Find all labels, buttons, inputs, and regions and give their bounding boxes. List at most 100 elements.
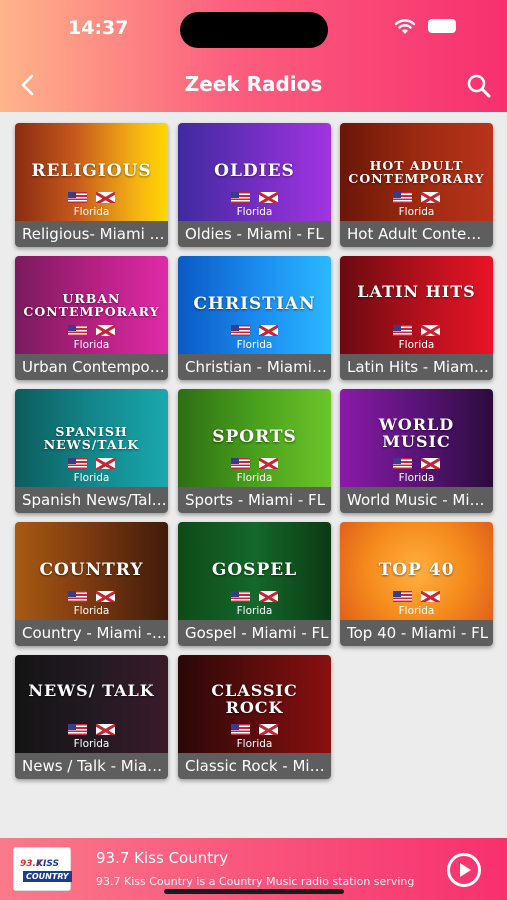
state-label: Florida bbox=[236, 605, 273, 617]
station-name: Top 40 - Miami - FL bbox=[340, 620, 493, 646]
us-flag-icon bbox=[68, 325, 87, 336]
station-name: Religious- Miami - FL bbox=[15, 221, 168, 247]
flags bbox=[340, 591, 493, 603]
state-label: Florida bbox=[236, 472, 273, 484]
state-label: Florida bbox=[73, 472, 110, 484]
state-label: Florida bbox=[73, 605, 110, 617]
station-logo: 93.7 KISS COUNTRY bbox=[13, 847, 72, 891]
station-card[interactable]: Latin Hits Florida Latin Hits - Miami - … bbox=[340, 256, 493, 380]
flags bbox=[178, 724, 331, 736]
genre-label: Spanish News/Talk bbox=[43, 424, 140, 453]
station-card[interactable]: World Music Florida World Music - Miami … bbox=[340, 389, 493, 513]
state-label: Florida bbox=[236, 738, 273, 750]
us-flag-icon bbox=[68, 192, 87, 203]
state-label: Florida bbox=[398, 472, 435, 484]
florida-flag-icon bbox=[259, 591, 278, 602]
station-card[interactable]: Christian Florida Christian - Miami - FL bbox=[178, 256, 331, 380]
genre-label: Latin Hits bbox=[357, 282, 476, 301]
app-header: 14:37 Zeek Radios bbox=[0, 0, 507, 112]
genre-label: Sports bbox=[212, 427, 297, 447]
florida-flag-icon bbox=[259, 458, 278, 469]
genre-label: Hot Adult Contemporary bbox=[348, 158, 485, 187]
flags bbox=[15, 325, 168, 337]
station-name: World Music - Miami - FL bbox=[340, 487, 493, 513]
station-name: Latin Hits - Miami - FL bbox=[340, 354, 493, 380]
wifi-icon bbox=[394, 19, 416, 34]
florida-flag-icon bbox=[421, 458, 440, 469]
play-button[interactable] bbox=[446, 852, 482, 888]
station-name: Oldies - Miami - FL bbox=[178, 221, 331, 247]
flags bbox=[178, 591, 331, 603]
station-logo: Spanish News/Talk Florida bbox=[15, 389, 168, 487]
station-name: Country - Miami - FL bbox=[15, 620, 168, 646]
flags bbox=[340, 458, 493, 470]
station-card[interactable]: Top 40 Florida Top 40 - Miami - FL bbox=[340, 522, 493, 646]
state-label: Florida bbox=[236, 206, 273, 218]
us-flag-icon bbox=[231, 325, 250, 336]
station-logo: Latin Hits Florida bbox=[340, 256, 493, 354]
now-playing-title: 93.7 Kiss Country bbox=[96, 849, 229, 867]
station-card[interactable]: Urban Contemporary Florida Urban Contemp… bbox=[15, 256, 168, 380]
genre-label: World Music bbox=[378, 415, 455, 451]
station-name: News / Talk - Miami - FL bbox=[15, 753, 168, 779]
station-card[interactable]: Country Florida Country - Miami - FL bbox=[15, 522, 168, 646]
station-card[interactable]: News/ Talk Florida News / Talk - Miami -… bbox=[15, 655, 168, 779]
logo-kiss: KISS bbox=[36, 859, 59, 869]
station-logo: Classic Rock Florida bbox=[178, 655, 331, 753]
page-title: Zeek Radios bbox=[184, 72, 323, 96]
us-flag-icon bbox=[231, 591, 250, 602]
us-flag-icon bbox=[393, 325, 412, 336]
florida-flag-icon bbox=[421, 325, 440, 336]
florida-flag-icon bbox=[421, 192, 440, 203]
station-logo: Religious Florida bbox=[15, 123, 168, 221]
us-flag-icon bbox=[68, 724, 87, 735]
us-flag-icon bbox=[231, 458, 250, 469]
now-playing-description: 93.7 Kiss Country is a Country Music rad… bbox=[96, 875, 414, 888]
genre-label: Religious bbox=[31, 161, 152, 181]
us-flag-icon bbox=[393, 591, 412, 602]
station-card[interactable]: Hot Adult Contemporary Florida Hot Adult… bbox=[340, 123, 493, 247]
battery-icon bbox=[428, 19, 456, 33]
station-name: Spanish News/Talk - Miami - FL bbox=[15, 487, 168, 513]
genre-label: Top 40 bbox=[378, 560, 455, 580]
florida-flag-icon bbox=[96, 724, 115, 735]
flags bbox=[340, 325, 493, 337]
station-card[interactable]: Religious Florida Religious- Miami - FL bbox=[15, 123, 168, 247]
station-name: Sports - Miami - FL bbox=[178, 487, 331, 513]
search-button[interactable] bbox=[465, 72, 493, 100]
state-label: Florida bbox=[398, 206, 435, 218]
dynamic-island bbox=[180, 12, 328, 48]
station-logo: News/ Talk Florida bbox=[15, 655, 168, 753]
state-label: Florida bbox=[73, 206, 110, 218]
station-card[interactable]: Gospel Florida Gospel - Miami - FL bbox=[178, 522, 331, 646]
flags bbox=[15, 724, 168, 736]
station-card[interactable]: Classic Rock Florida Classic Rock - Miam… bbox=[178, 655, 331, 779]
florida-flag-icon bbox=[259, 325, 278, 336]
genre-label: Christian bbox=[193, 294, 316, 314]
us-flag-icon bbox=[68, 458, 87, 469]
state-label: Florida bbox=[398, 339, 435, 351]
flags bbox=[340, 192, 493, 204]
home-indicator bbox=[164, 889, 344, 894]
genre-label: Oldies bbox=[214, 161, 295, 181]
station-logo: Top 40 Florida bbox=[340, 522, 493, 620]
station-card[interactable]: Oldies Florida Oldies - Miami - FL bbox=[178, 123, 331, 247]
us-flag-icon bbox=[231, 724, 250, 735]
us-flag-icon bbox=[393, 458, 412, 469]
station-card[interactable]: Sports Florida Sports - Miami - FL bbox=[178, 389, 331, 513]
station-card[interactable]: Spanish News/Talk Florida Spanish News/T… bbox=[15, 389, 168, 513]
florida-flag-icon bbox=[96, 591, 115, 602]
state-label: Florida bbox=[398, 605, 435, 617]
status-time: 14:37 bbox=[68, 17, 129, 39]
us-flag-icon bbox=[231, 192, 250, 203]
genre-label: News/ Talk bbox=[28, 681, 155, 700]
station-name: Classic Rock - Miami - FL bbox=[178, 753, 331, 779]
state-label: Florida bbox=[73, 738, 110, 750]
station-logo: Hot Adult Contemporary Florida bbox=[340, 123, 493, 221]
us-flag-icon bbox=[68, 591, 87, 602]
florida-flag-icon bbox=[96, 325, 115, 336]
genre-label: Classic Rock bbox=[211, 681, 298, 717]
flags bbox=[15, 458, 168, 470]
florida-flag-icon bbox=[96, 192, 115, 203]
station-logo: Urban Contemporary Florida bbox=[15, 256, 168, 354]
